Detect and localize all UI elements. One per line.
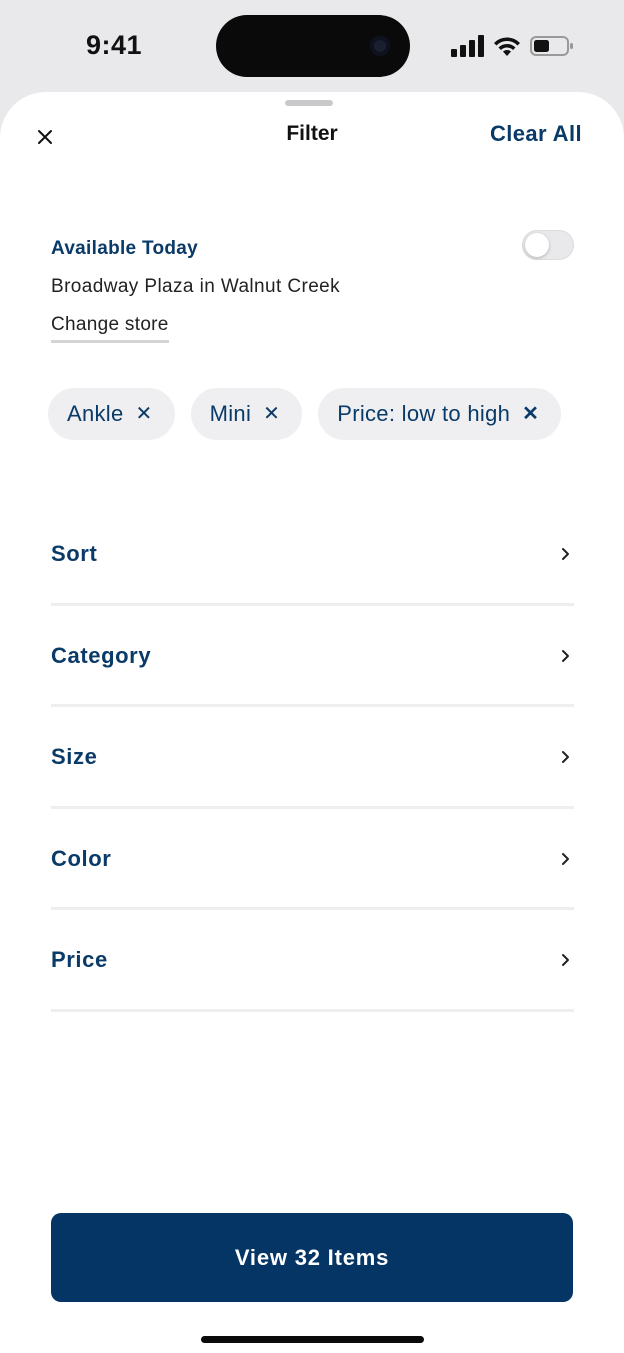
clear-all-button[interactable]: Clear All xyxy=(490,121,582,147)
filter-row-size[interactable]: Size xyxy=(51,707,574,809)
status-icons xyxy=(451,33,574,59)
filter-chip-price-sort[interactable]: Price: low to high ✕ xyxy=(318,388,562,440)
chip-label: Ankle xyxy=(67,401,124,426)
chevron-right-icon xyxy=(562,751,569,763)
home-indicator[interactable] xyxy=(201,1336,424,1343)
close-icon xyxy=(38,130,52,144)
view-items-button[interactable]: View 32 Items xyxy=(51,1213,573,1302)
filter-chip-mini[interactable]: Mini ✕ xyxy=(190,388,303,440)
close-button[interactable] xyxy=(30,122,60,152)
change-store-link[interactable]: Change store xyxy=(51,314,169,343)
toggle-knob xyxy=(525,233,549,257)
filter-chip-ankle[interactable]: Ankle ✕ xyxy=(48,388,175,440)
status-bar: 9:41 xyxy=(0,0,624,92)
available-today-label: Available Today xyxy=(51,238,199,259)
filter-row-price[interactable]: Price xyxy=(51,910,574,1012)
filter-row-label: Price xyxy=(51,947,108,972)
sheet-grabber[interactable] xyxy=(285,100,333,106)
chevron-right-icon xyxy=(562,954,569,966)
filter-row-label: Sort xyxy=(51,541,98,566)
active-filter-chips: Ankle ✕ Mini ✕ Price: low to high ✕ xyxy=(48,388,562,440)
available-today-toggle[interactable] xyxy=(522,230,574,260)
cellular-signal-icon xyxy=(451,35,484,57)
chip-label: Price: low to high xyxy=(337,401,511,426)
chip-label: Mini xyxy=(209,401,252,426)
filter-list: Sort Category Size Color Price xyxy=(51,504,574,1012)
filter-row-color[interactable]: Color xyxy=(51,809,574,910)
wifi-icon xyxy=(494,37,520,56)
screen: 9:41 Filter Clear All Available Today Br… xyxy=(0,0,624,1353)
store-name: Broadway Plaza in Walnut Creek xyxy=(51,276,341,297)
x-icon[interactable]: ✕ xyxy=(136,404,153,424)
chevron-right-icon xyxy=(562,649,569,662)
battery-icon xyxy=(530,36,573,56)
camera-icon xyxy=(370,36,390,56)
filter-row-label: Size xyxy=(51,744,98,769)
filter-sheet: Filter Clear All Available Today Broadwa… xyxy=(0,92,624,1353)
filter-row-label: Color xyxy=(51,845,112,871)
x-icon[interactable]: ✕ xyxy=(522,404,539,424)
filter-row-sort[interactable]: Sort xyxy=(51,504,574,606)
dynamic-island xyxy=(216,15,410,77)
chevron-right-icon xyxy=(562,852,569,865)
filter-row-category[interactable]: Category xyxy=(51,606,574,707)
filter-row-label: Category xyxy=(51,642,152,668)
status-time: 9:41 xyxy=(86,30,143,60)
chevron-right-icon xyxy=(562,548,569,560)
x-icon[interactable]: ✕ xyxy=(263,404,280,424)
